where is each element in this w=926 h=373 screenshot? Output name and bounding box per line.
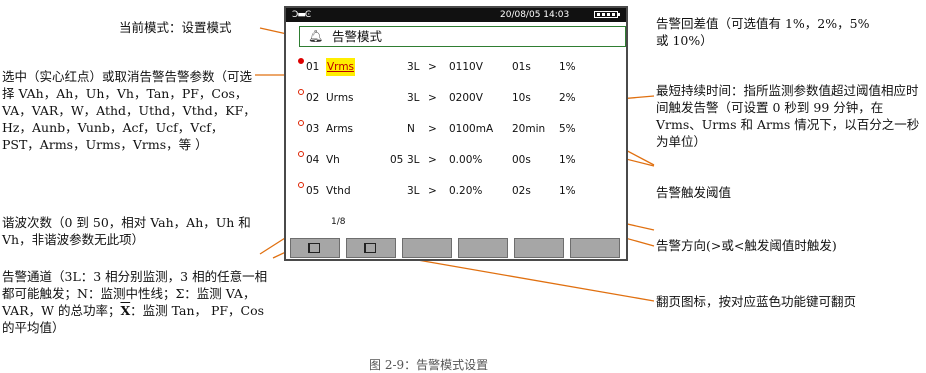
alarm-parameter[interactable]: Vh	[326, 151, 340, 169]
alarm-hysteresis[interactable]: 2%	[559, 89, 576, 107]
page-indicator: 1/8	[331, 217, 346, 227]
alarm-number[interactable]: 01	[306, 58, 319, 76]
alarm-channel[interactable]: N	[407, 120, 415, 138]
fkey-page-back[interactable]	[290, 238, 340, 258]
device-screen: Ͻ▬Ͼ 20/08/05 14:03 🔔︎ 告警模式 01 Vrms 3L >0110…	[284, 6, 628, 261]
alarm-duration[interactable]: 01s	[512, 58, 531, 76]
alarm-threshold[interactable]: 0110V	[449, 58, 483, 76]
alarm-hysteresis[interactable]: 1%	[559, 151, 576, 169]
fkey-4[interactable]	[458, 238, 508, 258]
fkey-page-forward[interactable]	[346, 238, 396, 258]
page-back-icon	[308, 243, 320, 253]
alarm-channel[interactable]: 3L	[407, 182, 420, 200]
battery-icon	[594, 11, 620, 18]
alarm-row[interactable]: 03 Arms N >0100mA 20min 5%	[286, 120, 626, 138]
annotation-direction: 告警方向(>或<触发阈值时触发)	[656, 238, 837, 253]
alarm-parameter[interactable]: Arms	[326, 120, 353, 138]
fkey-3[interactable]	[402, 238, 452, 258]
bell-icon: 🔔︎	[308, 29, 324, 43]
alarm-number[interactable]: 02	[306, 89, 319, 107]
alarm-harmonic-order[interactable]: 05	[390, 151, 403, 169]
x-bar-symbol: X	[120, 303, 131, 318]
alarm-direction[interactable]: >	[428, 120, 437, 138]
alarm-disabled-dot[interactable]	[298, 89, 304, 95]
alarm-channel[interactable]: 3L	[407, 89, 420, 107]
alarm-hysteresis[interactable]: 5%	[559, 120, 576, 138]
alarm-duration[interactable]: 00s	[512, 151, 531, 169]
alarm-hysteresis[interactable]: 1%	[559, 58, 576, 76]
annotation-channel: 告警通道（3L：3 相分别监测，3 相的任意一相都可能触发；N：监测中性线；Σ：…	[2, 268, 277, 336]
alarm-number[interactable]: 03	[306, 120, 319, 138]
alarm-threshold[interactable]: 0100mA	[449, 120, 493, 138]
page-title: 告警模式	[332, 29, 383, 44]
fkey-5[interactable]	[514, 238, 564, 258]
alarm-parameter[interactable]: Vthd	[326, 182, 351, 200]
alarm-row[interactable]: 04 Vh 05 3L >0.00% 00s 1%	[286, 151, 626, 169]
alarm-row[interactable]: 02 Urms 3L >0200V 10s 2%	[286, 89, 626, 107]
status-bar: Ͻ▬Ͼ 20/08/05 14:03	[286, 8, 626, 22]
alarm-parameter[interactable]: Urms	[326, 89, 354, 107]
alarm-channel[interactable]: 3L	[407, 58, 420, 76]
alarm-direction[interactable]: >	[428, 182, 437, 200]
alarm-hysteresis[interactable]: 1%	[559, 182, 576, 200]
status-datetime: 20/08/05 14:03	[500, 10, 570, 20]
alarm-duration[interactable]: 20min	[512, 120, 545, 138]
fkey-6[interactable]	[570, 238, 620, 258]
annotation-select-alarm: 选中（实心红点）或取消告警告警参数（可选择 VAh，Ah，Uh，Vh，Tan，P…	[2, 69, 256, 152]
alarm-direction[interactable]: >	[428, 89, 437, 107]
alarm-row[interactable]: 05 Vthd 3L >0.20% 02s 1%	[286, 182, 626, 200]
alarm-parameter[interactable]: Vrms	[326, 58, 356, 76]
alarm-duration[interactable]: 10s	[512, 89, 531, 107]
annotation-min-duration: 最短持续时间：指所监测参数值超过阈值相应时间触发告警（可设置 0 秒到 99 分…	[656, 83, 920, 149]
annotation-threshold: 告警触发阈值	[656, 185, 732, 200]
alarm-number[interactable]: 05	[306, 182, 319, 200]
function-key-bar	[286, 238, 626, 258]
alarm-row[interactable]: 01 Vrms 3L >0110V 01s 1%	[286, 58, 626, 76]
annotation-page-icon: 翻页图标，按对应蓝色功能键可翻页	[656, 294, 857, 309]
alarm-channel[interactable]: 3L	[407, 151, 420, 169]
alarm-disabled-dot[interactable]	[298, 182, 304, 188]
connection-icon: Ͻ▬Ͼ	[292, 10, 311, 20]
figure-caption: 图 2-9：告警模式设置	[369, 358, 489, 372]
alarm-threshold[interactable]: 0.20%	[449, 182, 482, 200]
annotation-hysteresis: 告警回差值（可选值有 1%，2%，5%或 10%）	[656, 16, 870, 48]
alarm-direction[interactable]: >	[428, 151, 437, 169]
alarm-duration[interactable]: 02s	[512, 182, 531, 200]
alarm-threshold[interactable]: 0.00%	[449, 151, 482, 169]
mode-title-box: 🔔︎ 告警模式	[299, 26, 626, 47]
alarm-threshold[interactable]: 0200V	[449, 89, 483, 107]
alarm-disabled-dot[interactable]	[298, 151, 304, 157]
alarm-number[interactable]: 04	[306, 151, 319, 169]
annotation-harmonic-order: 谐波次数（0 到 50，相对 Vah，Ah，Uh 和 Vh，非谐波参数无此项）	[2, 215, 251, 247]
annotation-current-mode: 当前模式：设置模式	[119, 20, 232, 35]
alarm-enabled-dot[interactable]	[298, 58, 304, 64]
alarm-direction[interactable]: >	[428, 58, 437, 76]
page-forward-icon	[364, 243, 376, 253]
alarm-disabled-dot[interactable]	[298, 120, 304, 126]
